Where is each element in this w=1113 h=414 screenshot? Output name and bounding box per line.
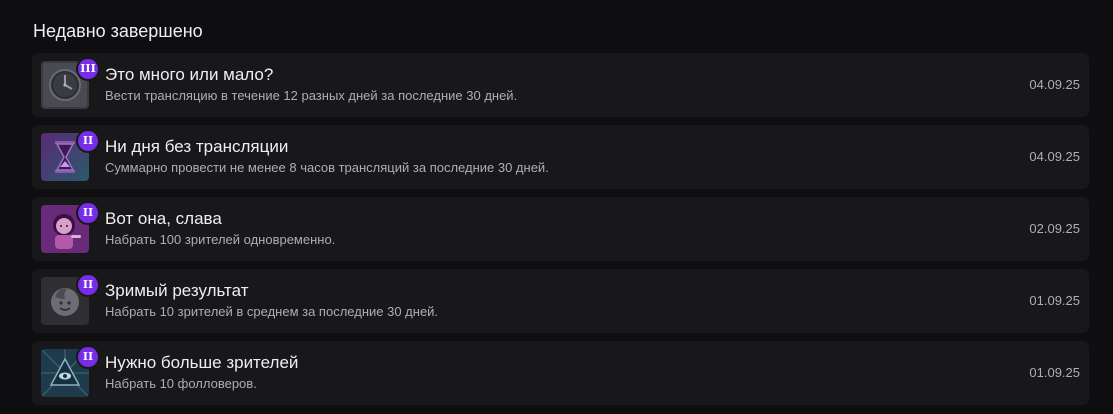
achievement-badge: II xyxy=(41,203,98,253)
tier-badge: II xyxy=(78,347,98,367)
achievement-description: Набрать 100 зрителей одновременно. xyxy=(105,232,336,247)
achievement-title: Нужно больше зрителей xyxy=(105,353,299,372)
tier-badge: III xyxy=(78,59,98,79)
achievement-description: Вести трансляцию в течение 12 разных дне… xyxy=(105,88,518,103)
achievement-badge: II xyxy=(41,131,98,181)
achievement-row[interactable]: II Нужно больше зрителей Набрать 10 фолл… xyxy=(32,341,1089,405)
achievement-date: 02.09.25 xyxy=(1029,221,1080,236)
achievement-description: Набрать 10 фолловеров. xyxy=(105,376,257,391)
achievement-title: Это много или мало? xyxy=(105,65,274,84)
achievement-badge: II xyxy=(41,275,98,325)
achievement-description: Суммарно провести не менее 8 часов транс… xyxy=(105,160,549,175)
tier-badge: II xyxy=(78,131,98,151)
achievement-title: Зримый результат xyxy=(105,281,249,300)
achievement-row[interactable]: II Ни дня без трансляции Суммарно провес… xyxy=(32,125,1089,189)
achievement-title: Ни дня без трансляции xyxy=(105,137,289,156)
achievement-badge: II xyxy=(41,347,98,397)
section-title: Недавно завершено xyxy=(33,21,203,41)
achievement-badge: III xyxy=(41,59,98,109)
achievement-date: 01.09.25 xyxy=(1029,293,1080,308)
achievement-description: Набрать 10 зрителей в среднем за последн… xyxy=(105,304,439,319)
achievements-list: III Это много или мало? Вести трансляцию… xyxy=(32,53,1089,413)
tier-badge: II xyxy=(78,275,98,295)
achievement-title: Вот она, слава xyxy=(105,209,222,228)
tier-badge: II xyxy=(78,203,98,223)
achievement-row[interactable]: III Это много или мало? Вести трансляцию… xyxy=(32,53,1089,117)
achievement-date: 04.09.25 xyxy=(1029,149,1080,164)
achievement-date: 04.09.25 xyxy=(1029,77,1080,92)
achievement-date: 01.09.25 xyxy=(1029,365,1080,380)
achievement-row[interactable]: II Вот она, слава Набрать 100 зрителей о… xyxy=(32,197,1089,261)
achievement-row[interactable]: II Зримый результат Набрать 10 зрителей … xyxy=(32,269,1089,333)
